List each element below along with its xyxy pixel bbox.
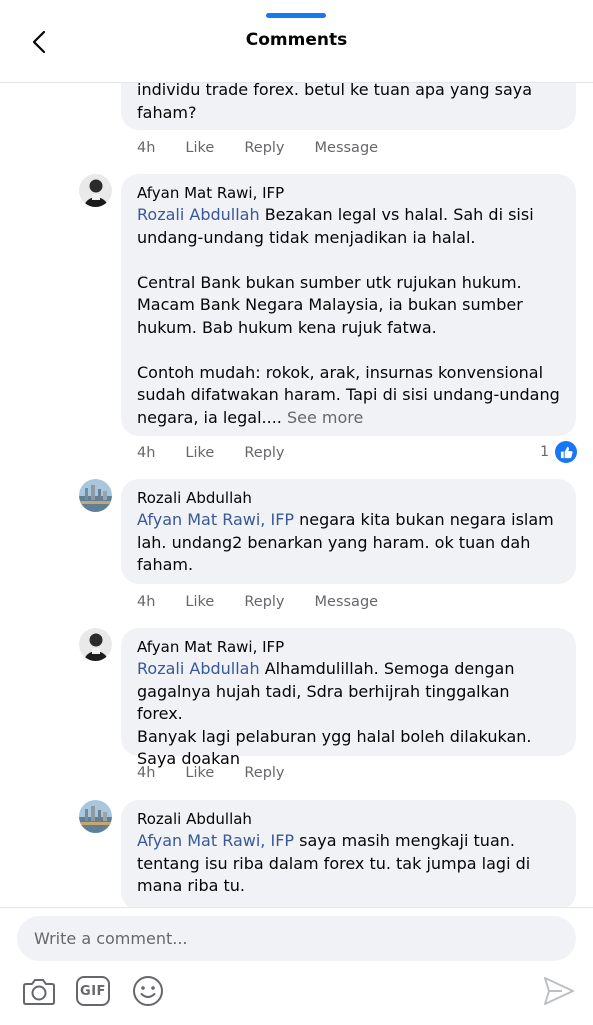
comment-time: 4h [137, 140, 156, 156]
reply-button[interactable]: Reply [244, 445, 284, 461]
avatar[interactable] [79, 628, 112, 661]
comment-time: 4h [137, 594, 156, 610]
comment-text: Rozali Abdullah Bezakan legal vs halal. … [137, 205, 560, 427]
comment-actions: 4h Like Reply Message [137, 140, 408, 156]
comment-author[interactable]: Afyan Mat Rawi, IFP [137, 636, 560, 658]
header: Comments [0, 0, 593, 83]
comment-actions: 4h Like Reply [137, 445, 315, 461]
reply-button[interactable]: Reply [244, 594, 284, 610]
page-title: Comments [245, 30, 348, 50]
reaction-count: 1 [540, 444, 549, 460]
comment-actions: 4h Like Reply Message [137, 594, 408, 610]
gif-label: GIF [80, 983, 106, 999]
like-button[interactable]: Like [185, 594, 214, 610]
emoji-icon[interactable] [131, 974, 165, 1008]
comment-thread: individu trade forex. betul ke tuan apa … [0, 82, 593, 907]
like-button[interactable]: Like [185, 140, 214, 156]
comment-time: 4h [137, 765, 156, 781]
comment-author[interactable]: Afyan Mat Rawi, IFP [137, 182, 560, 204]
message-button[interactable]: Message [315, 140, 379, 156]
comment-author[interactable]: Rozali Abdullah [137, 487, 560, 509]
camera-icon[interactable] [22, 974, 56, 1008]
avatar[interactable] [79, 479, 112, 512]
reaction-summary[interactable]: 1 [540, 441, 577, 463]
comment-text: Rozali Abdullah Alhamdulillah. Semoga de… [137, 659, 532, 768]
comment-text: individu trade forex. betul ke tuan apa … [137, 82, 533, 122]
comment-bubble[interactable]: individu trade forex. betul ke tuan apa … [121, 82, 576, 130]
comment-actions: 4h Like Reply [137, 765, 315, 781]
reply-button[interactable]: Reply [244, 140, 284, 156]
like-icon [555, 441, 577, 463]
mention-tag[interactable]: Rozali Abdullah [137, 205, 260, 224]
comment-bubble[interactable]: Rozali Abdullah Afyan Mat Rawi, IFP saya… [121, 800, 576, 907]
avatar[interactable] [79, 800, 112, 833]
reply-button[interactable]: Reply [244, 765, 284, 781]
comment-text: Afyan Mat Rawi, IFP negara kita bukan ne… [137, 510, 554, 574]
mention-tag[interactable]: Afyan Mat Rawi, IFP [137, 510, 294, 529]
like-button[interactable]: Like [185, 765, 214, 781]
message-button[interactable]: Message [315, 594, 379, 610]
gif-button[interactable]: GIF [76, 976, 110, 1006]
comment-input[interactable]: Write a comment... [17, 916, 576, 961]
comment-bubble[interactable]: Afyan Mat Rawi, IFP Rozali Abdullah Alha… [121, 628, 576, 768]
avatar[interactable] [79, 174, 112, 207]
drag-handle[interactable] [266, 13, 326, 18]
mention-tag[interactable]: Rozali Abdullah [137, 659, 260, 678]
comment-text: Afyan Mat Rawi, IFP saya masih mengkaji … [137, 831, 531, 895]
see-more-link[interactable]: See more [282, 408, 363, 427]
comment-bubble[interactable]: Afyan Mat Rawi, IFP Rozali Abdullah Beza… [121, 174, 576, 436]
comment-author[interactable]: Rozali Abdullah [137, 808, 560, 830]
comment-bubble[interactable]: Rozali Abdullah Afyan Mat Rawi, IFP nega… [121, 479, 576, 584]
comment-composer: Write a comment... GIF [0, 907, 593, 1025]
send-icon[interactable] [542, 974, 576, 1008]
comment-time: 4h [137, 445, 156, 461]
mention-tag[interactable]: Afyan Mat Rawi, IFP [137, 831, 294, 850]
like-button[interactable]: Like [185, 445, 214, 461]
